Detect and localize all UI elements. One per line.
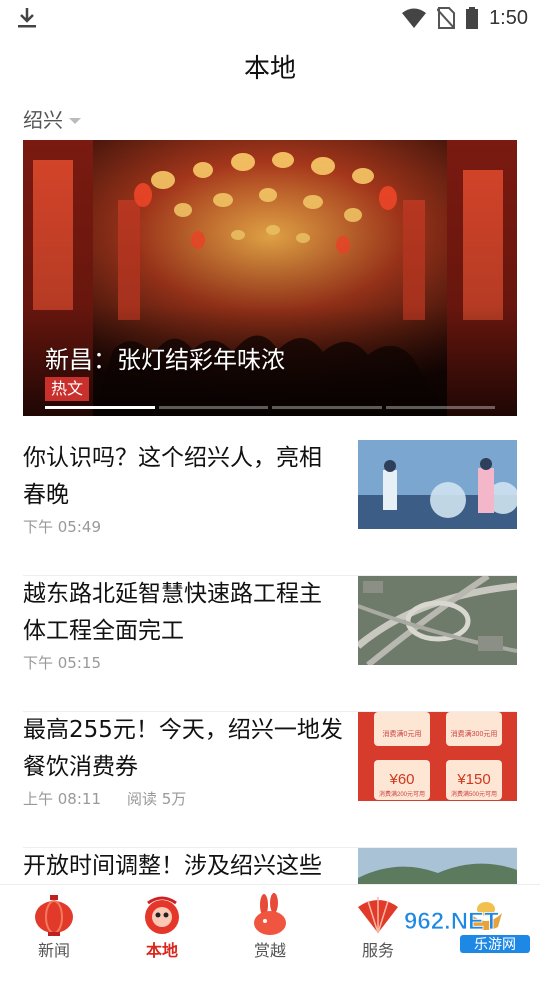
carousel-dot bbox=[272, 406, 382, 409]
wifi-icon bbox=[402, 8, 427, 28]
city-label: 绍兴 bbox=[23, 108, 63, 132]
news-time: 上午 08:11 bbox=[23, 790, 101, 808]
carousel-dot bbox=[385, 406, 495, 409]
status-time: 1:50 bbox=[489, 6, 528, 29]
news-title: 越东路北延智慧快速路工程主体工程全面完工 bbox=[23, 581, 322, 644]
tab-label: 赏越 bbox=[253, 941, 286, 960]
no-sim-icon bbox=[437, 7, 456, 29]
news-time: 下午 05:15 bbox=[23, 654, 101, 672]
coupon-text: 消费满500元可用 bbox=[451, 790, 497, 798]
lion-head-icon bbox=[145, 896, 179, 934]
rabbit-icon bbox=[254, 893, 286, 935]
news-thumbnail bbox=[358, 440, 517, 529]
news-item[interactable]: 最高255元！今天，绍兴一地发餐饮消费券 上午 08:11 阅读 5万 消费满0… bbox=[23, 712, 517, 848]
carousel-dot bbox=[45, 406, 155, 409]
battery-icon bbox=[466, 7, 479, 29]
coupon-text: 消费满0元用 bbox=[383, 729, 422, 738]
svg-text:962.NET: 962.NET bbox=[404, 908, 499, 935]
carousel-indicator bbox=[45, 406, 495, 409]
coupon-text: 消费满300元用 bbox=[451, 729, 498, 738]
banner-caption: 新昌：张灯结彩年味浓 bbox=[45, 346, 285, 374]
news-title: 最高255元！今天，绍兴一地发餐饮消费券 bbox=[23, 717, 343, 780]
carousel-dot bbox=[158, 406, 268, 409]
coupon-value: ¥60 bbox=[388, 771, 414, 788]
city-selector[interactable]: 绍兴 bbox=[23, 104, 81, 133]
news-item[interactable]: 你认识吗？这个绍兴人，亮相春晚 下午 05:49 bbox=[23, 440, 517, 576]
tab-appreciate[interactable]: 赏越 bbox=[216, 885, 324, 961]
news-time: 下午 05:49 bbox=[23, 518, 101, 536]
news-title: 你认识吗？这个绍兴人，亮相春晚 bbox=[23, 445, 322, 508]
news-thumbnail: 消费满0元用 消费满300元用 ¥60 ¥150 消费满200元可用 消费满50… bbox=[358, 712, 517, 801]
download-icon bbox=[18, 8, 36, 28]
watermark-logo: 962.NET 乐游网 bbox=[404, 908, 530, 953]
news-meta: 下午 05:15 bbox=[23, 652, 101, 673]
fan-icon bbox=[358, 897, 398, 934]
news-thumbnail bbox=[358, 576, 517, 665]
tab-local[interactable]: 本地 bbox=[108, 885, 216, 961]
news-reads: 阅读 5万 bbox=[127, 790, 187, 808]
lantern-icon bbox=[35, 895, 73, 936]
coupon-text: 消费满200元可用 bbox=[379, 790, 425, 798]
news-title: 开放时间调整！涉及绍兴这些 bbox=[23, 853, 322, 879]
page-title: 本地 bbox=[243, 54, 296, 84]
hot-tag-badge: 热文 bbox=[45, 377, 90, 401]
status-bar: 1:50 bbox=[0, 0, 540, 36]
svg-text:乐游网: 乐游网 bbox=[474, 936, 516, 952]
news-meta: 上午 08:11 阅读 5万 bbox=[23, 788, 186, 809]
caret-down-icon bbox=[69, 117, 81, 124]
tab-news[interactable]: 新闻 bbox=[0, 885, 108, 961]
news-meta: 下午 05:49 bbox=[23, 516, 101, 537]
tab-label: 本地 bbox=[145, 941, 178, 960]
coupon-value: ¥150 bbox=[456, 771, 490, 788]
tab-label: 新闻 bbox=[37, 941, 70, 960]
news-item[interactable]: 越东路北延智慧快速路工程主体工程全面完工 下午 05:15 bbox=[23, 576, 517, 712]
banner-carousel[interactable]: 新昌：张灯结彩年味浓 热文 bbox=[23, 140, 517, 416]
